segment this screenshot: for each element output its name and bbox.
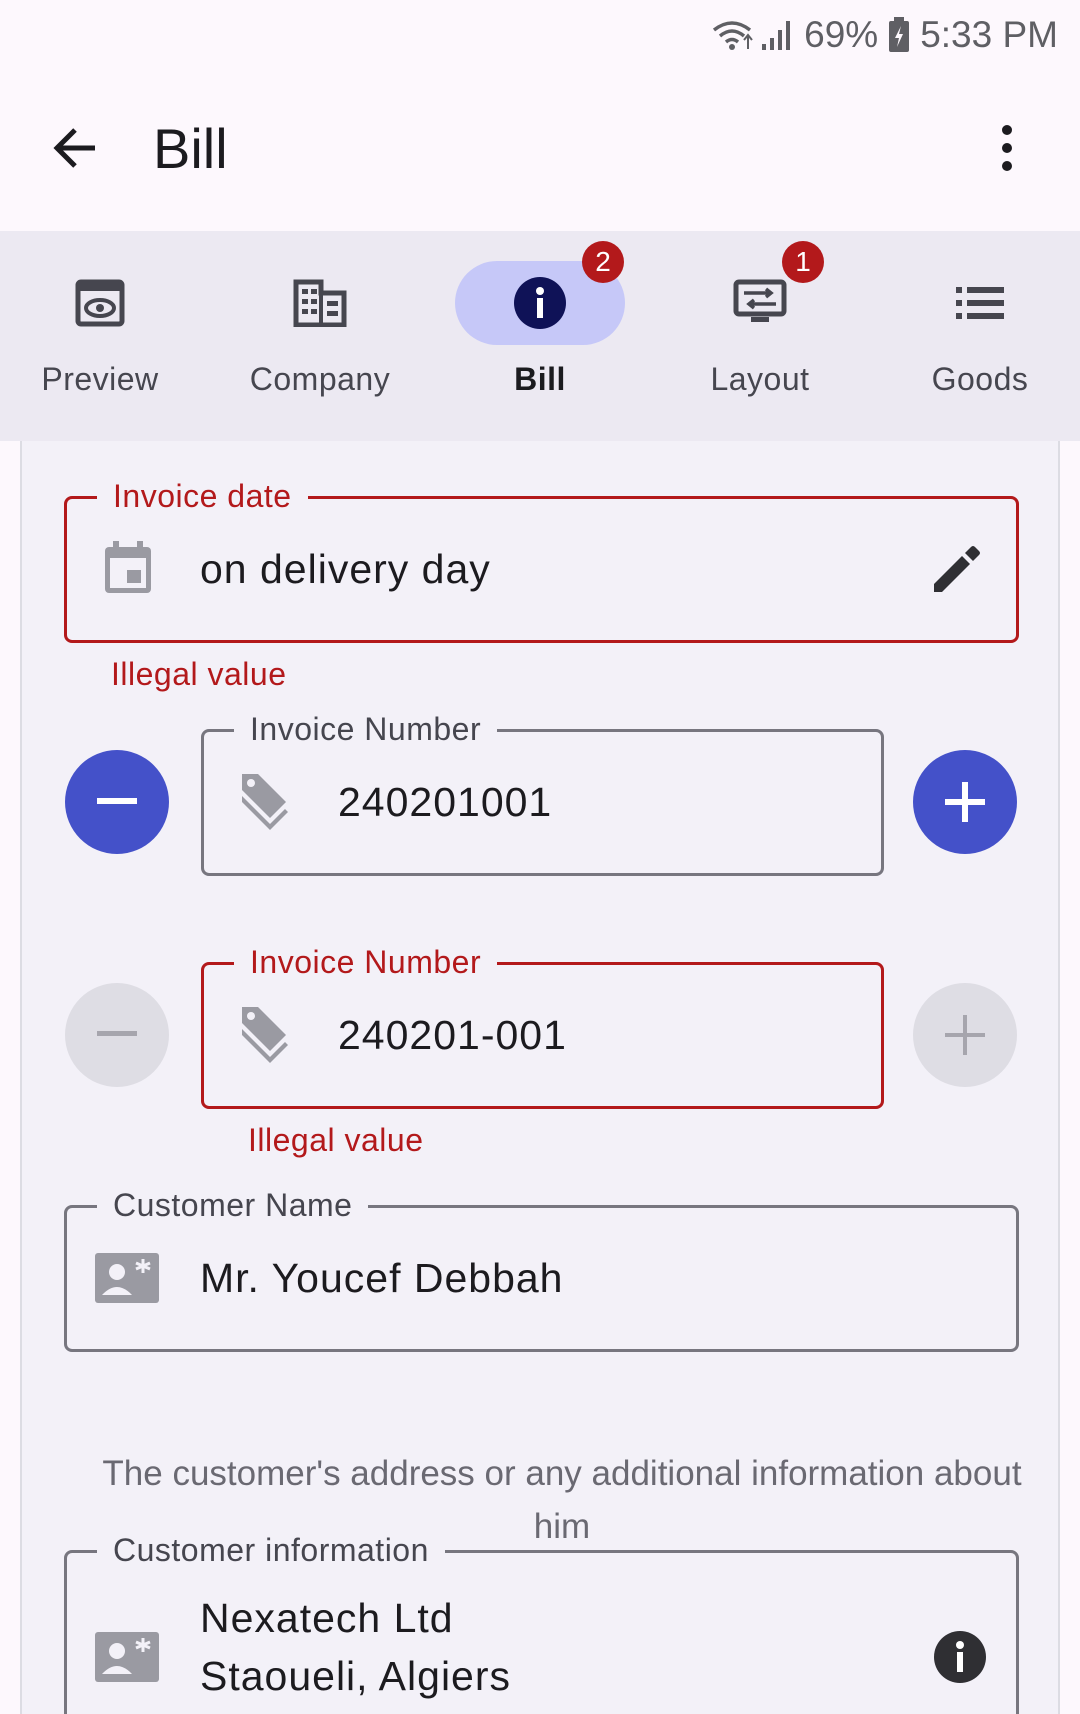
bill-form: Invoice date on delivery day Illegal val…: [20, 441, 1060, 1714]
invoice-number-label: Invoice Number: [234, 944, 498, 981]
tag-icon: [240, 1005, 290, 1063]
list-icon: [956, 287, 1004, 319]
tab-layout[interactable]: 1 Layout: [660, 231, 860, 441]
status-bar: 69% 5:33 PM: [0, 0, 1080, 70]
increment-button-disabled[interactable]: [913, 983, 1017, 1087]
invoice-number-value: 240201-001: [338, 1012, 567, 1058]
invoice-number-value: 240201001: [338, 779, 553, 825]
invoice-date-value: on delivery day: [200, 546, 491, 592]
arrow-back-icon: [53, 128, 95, 168]
customer-information-label: Customer information: [97, 1532, 445, 1569]
battery-icon: [889, 17, 910, 52]
notification-badge: 1: [782, 241, 824, 283]
tab-label: Goods: [931, 361, 1029, 397]
invoice-date-error: Illegal value: [111, 656, 287, 692]
tab-label: Layout: [710, 361, 810, 397]
decrement-button[interactable]: [65, 750, 169, 854]
customer-name-value: Mr. Youcef Debbah: [200, 1255, 564, 1301]
invoice-number-field-2[interactable]: Invoice Number 240201-001: [201, 944, 884, 1109]
tab-company[interactable]: Company: [220, 231, 420, 441]
tab-preview[interactable]: Preview: [0, 231, 200, 441]
invoice-number-field[interactable]: Invoice Number 240201001: [201, 711, 884, 876]
tab-label: Preview: [41, 361, 159, 397]
layout-icon: [733, 279, 787, 322]
company-icon: [293, 279, 347, 327]
back-button[interactable]: [40, 118, 110, 178]
customer-name-field[interactable]: Customer Name Mr. Youcef Debbah: [64, 1187, 1019, 1352]
plus-icon: [945, 782, 985, 822]
minus-icon: [97, 798, 137, 804]
invoice-number-error: Illegal value: [248, 1122, 424, 1158]
invoice-date-field[interactable]: Invoice date on delivery day: [64, 478, 1019, 643]
invoice-number-label: Invoice Number: [234, 711, 498, 748]
more-vert-icon: [1002, 125, 1012, 171]
tab-icon-container: [15, 261, 185, 345]
clock: 5:33 PM: [920, 14, 1058, 55]
wifi-icon: [713, 21, 753, 50]
customer-name-label: Customer Name: [97, 1187, 369, 1224]
page-title: Bill: [153, 117, 228, 180]
tab-label: Bill: [514, 361, 566, 397]
customer-info-line2: Staoueli, Algiers: [200, 1653, 512, 1699]
customer-information-field[interactable]: Customer information Nexatech Ltd Staoue…: [64, 1532, 1019, 1714]
app-bar: Bill: [0, 88, 1080, 208]
customer-info-line1: Nexatech Ltd: [200, 1595, 454, 1641]
minus-icon: [97, 1031, 137, 1036]
navigation-tabs: Preview Company 2 Bill 1 Layout Goods: [0, 231, 1080, 441]
tab-label: Company: [249, 361, 391, 397]
status-icons: [710, 18, 794, 52]
preview-icon: [75, 279, 125, 327]
info-icon: [514, 277, 566, 329]
battery-percent: 69%: [804, 14, 879, 55]
info-icon[interactable]: [933, 1630, 987, 1684]
tab-bill[interactable]: 2 Bill: [440, 231, 640, 441]
notification-badge: 2: [582, 241, 624, 283]
more-options-button[interactable]: [985, 116, 1029, 180]
contact-card-icon: [95, 1632, 159, 1682]
edit-icon[interactable]: [932, 544, 982, 594]
tab-goods[interactable]: Goods: [880, 231, 1080, 441]
decrement-button-disabled[interactable]: [65, 983, 169, 1087]
calendar-icon: [103, 541, 153, 595]
tab-icon-container: [235, 261, 405, 345]
tab-icon-container: [895, 261, 1065, 345]
invoice-date-label: Invoice date: [97, 478, 308, 515]
signal-icon: [762, 21, 791, 50]
plus-icon: [945, 1015, 985, 1055]
contact-card-icon: [95, 1253, 159, 1303]
increment-button[interactable]: [913, 750, 1017, 854]
tag-icon: [240, 772, 290, 830]
